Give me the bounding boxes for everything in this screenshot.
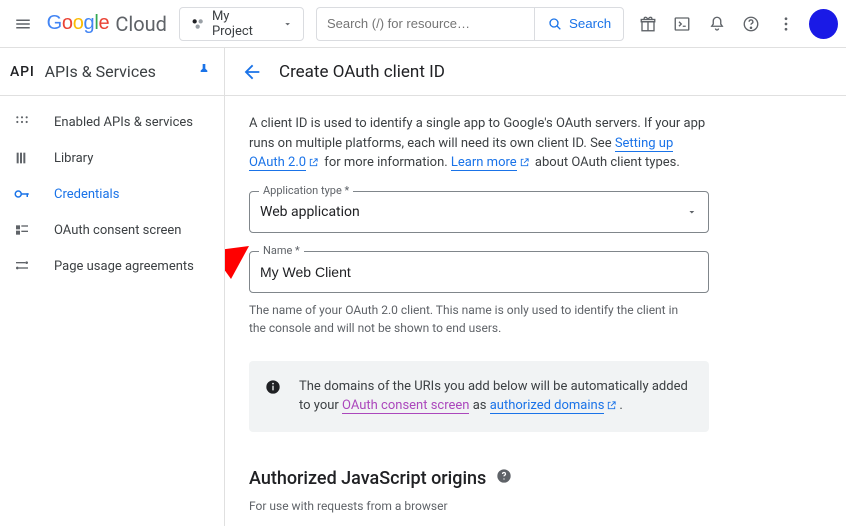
name-field: Name * bbox=[249, 251, 822, 293]
global-header: Google Cloud My Project Search bbox=[0, 0, 846, 48]
link-learn-more[interactable]: Learn more bbox=[451, 155, 517, 171]
sidebar: API APIs & Services Enabled APIs & servi… bbox=[0, 48, 225, 526]
search-button-label: Search bbox=[569, 16, 611, 31]
caret-down-icon bbox=[686, 206, 698, 218]
sidebar-item-label: Library bbox=[54, 151, 93, 166]
external-link-icon bbox=[519, 157, 530, 168]
library-icon bbox=[12, 150, 32, 166]
more-icon[interactable] bbox=[771, 8, 802, 40]
caret-down-icon bbox=[282, 18, 293, 30]
sidebar-item-enabled-apis[interactable]: Enabled APIs & services bbox=[0, 104, 224, 140]
field-label: Application type * bbox=[259, 184, 353, 197]
notifications-icon[interactable] bbox=[701, 8, 732, 40]
info-part3: . bbox=[619, 398, 622, 413]
page-header: Create OAuth client ID bbox=[225, 48, 846, 96]
project-name: My Project bbox=[212, 9, 270, 39]
section-title: APIs & Services bbox=[45, 62, 196, 81]
info-part2: as bbox=[469, 398, 489, 413]
back-button[interactable] bbox=[241, 61, 263, 83]
help-icon[interactable] bbox=[736, 8, 767, 40]
info-box: The domains of the URIs you add below wi… bbox=[249, 361, 709, 432]
search-bar: Search bbox=[316, 7, 624, 41]
search-icon bbox=[547, 16, 563, 32]
sidebar-item-label: Page usage agreements bbox=[54, 259, 194, 274]
sidebar-item-credentials[interactable]: Credentials bbox=[0, 176, 224, 212]
info-icon bbox=[265, 379, 281, 416]
intro-part2: for more information. bbox=[321, 155, 451, 170]
application-type-field[interactable]: Application type * Web application bbox=[249, 191, 822, 233]
origins-heading: Authorized JavaScript origins bbox=[249, 468, 486, 489]
origins-heading-row: Authorized JavaScript origins bbox=[249, 468, 822, 489]
external-link-icon bbox=[606, 400, 617, 411]
field-label: Name * bbox=[259, 244, 304, 257]
project-picker[interactable]: My Project bbox=[179, 7, 304, 41]
intro-text: A client ID is used to identify a single… bbox=[249, 114, 709, 173]
consent-icon bbox=[12, 222, 32, 238]
link-consent-screen[interactable]: OAuth consent screen bbox=[342, 398, 469, 414]
gift-icon[interactable] bbox=[632, 8, 663, 40]
api-badge: API bbox=[10, 64, 35, 80]
name-input[interactable] bbox=[260, 264, 698, 280]
origins-subtext: For use with requests from a browser bbox=[249, 499, 822, 513]
search-button[interactable]: Search bbox=[534, 7, 624, 41]
link-authorized-domains[interactable]: authorized domains bbox=[490, 398, 605, 414]
logo-cloud-text: Cloud bbox=[115, 12, 167, 36]
settings-icon bbox=[12, 258, 32, 274]
key-icon bbox=[12, 185, 32, 203]
pin-icon[interactable] bbox=[196, 62, 212, 82]
content-area: Create OAuth client ID A client ID is us… bbox=[225, 48, 846, 526]
google-cloud-logo[interactable]: Google Cloud bbox=[47, 12, 167, 36]
menu-icon[interactable] bbox=[8, 8, 39, 40]
dashboard-icon bbox=[12, 114, 32, 130]
section-title-row: API APIs & Services bbox=[0, 48, 224, 96]
sidebar-item-consent-screen[interactable]: OAuth consent screen bbox=[0, 212, 224, 248]
page-title: Create OAuth client ID bbox=[279, 62, 445, 82]
help-icon[interactable] bbox=[496, 468, 512, 488]
name-helper-text: The name of your OAuth 2.0 client. This … bbox=[249, 301, 689, 337]
external-link-icon bbox=[308, 157, 319, 168]
search-input[interactable] bbox=[316, 7, 534, 41]
sidebar-item-label: Enabled APIs & services bbox=[54, 115, 193, 130]
cloud-shell-icon[interactable] bbox=[667, 8, 698, 40]
sidebar-item-label: OAuth consent screen bbox=[54, 223, 181, 238]
intro-part3: about OAuth client types. bbox=[532, 155, 680, 170]
annotation-arrow bbox=[225, 241, 249, 321]
sidebar-item-page-usage[interactable]: Page usage agreements bbox=[0, 248, 224, 284]
avatar[interactable] bbox=[809, 9, 838, 39]
application-type-value: Web application bbox=[260, 204, 686, 220]
sidebar-item-library[interactable]: Library bbox=[0, 140, 224, 176]
sidebar-item-label: Credentials bbox=[54, 187, 119, 202]
